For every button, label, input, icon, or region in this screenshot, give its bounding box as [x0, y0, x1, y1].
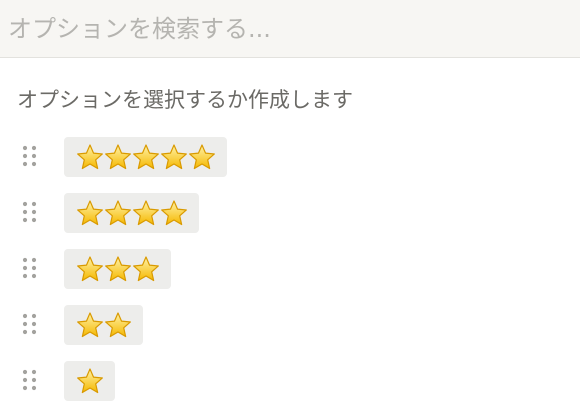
option-tag[interactable] — [64, 137, 227, 177]
star-icon — [77, 312, 103, 338]
star-icon — [133, 144, 159, 170]
option-row[interactable] — [0, 129, 580, 185]
drag-handle-icon[interactable] — [20, 312, 40, 338]
option-tag[interactable] — [64, 249, 171, 289]
star-rating — [75, 311, 133, 339]
star-icon — [105, 312, 131, 338]
star-icon — [77, 368, 103, 394]
option-list — [0, 129, 580, 409]
star-icon — [133, 256, 159, 282]
star-icon — [189, 144, 215, 170]
star-icon — [105, 200, 131, 226]
star-rating — [75, 199, 189, 227]
drag-handle-icon[interactable] — [20, 144, 40, 170]
star-icon — [105, 144, 131, 170]
option-tag[interactable] — [64, 361, 115, 401]
drag-handle-icon[interactable] — [20, 200, 40, 226]
star-icon — [133, 200, 159, 226]
star-icon — [77, 144, 103, 170]
star-icon — [77, 256, 103, 282]
option-row[interactable] — [0, 297, 580, 353]
option-row[interactable] — [0, 353, 580, 409]
option-tag[interactable] — [64, 193, 199, 233]
drag-handle-icon[interactable] — [20, 256, 40, 282]
option-row[interactable] — [0, 241, 580, 297]
search-input[interactable] — [0, 0, 580, 57]
star-icon — [161, 200, 187, 226]
star-rating — [75, 255, 161, 283]
star-icon — [77, 200, 103, 226]
star-rating — [75, 143, 217, 171]
search-bar — [0, 0, 580, 58]
star-rating — [75, 367, 105, 395]
star-icon — [161, 144, 187, 170]
select-or-create-hint: オプションを選択するか作成します — [17, 88, 353, 112]
option-row[interactable] — [0, 185, 580, 241]
star-icon — [105, 256, 131, 282]
option-tag[interactable] — [64, 305, 143, 345]
drag-handle-icon[interactable] — [20, 368, 40, 394]
option-picker-panel: オプションを選択するか作成します — [0, 0, 580, 416]
